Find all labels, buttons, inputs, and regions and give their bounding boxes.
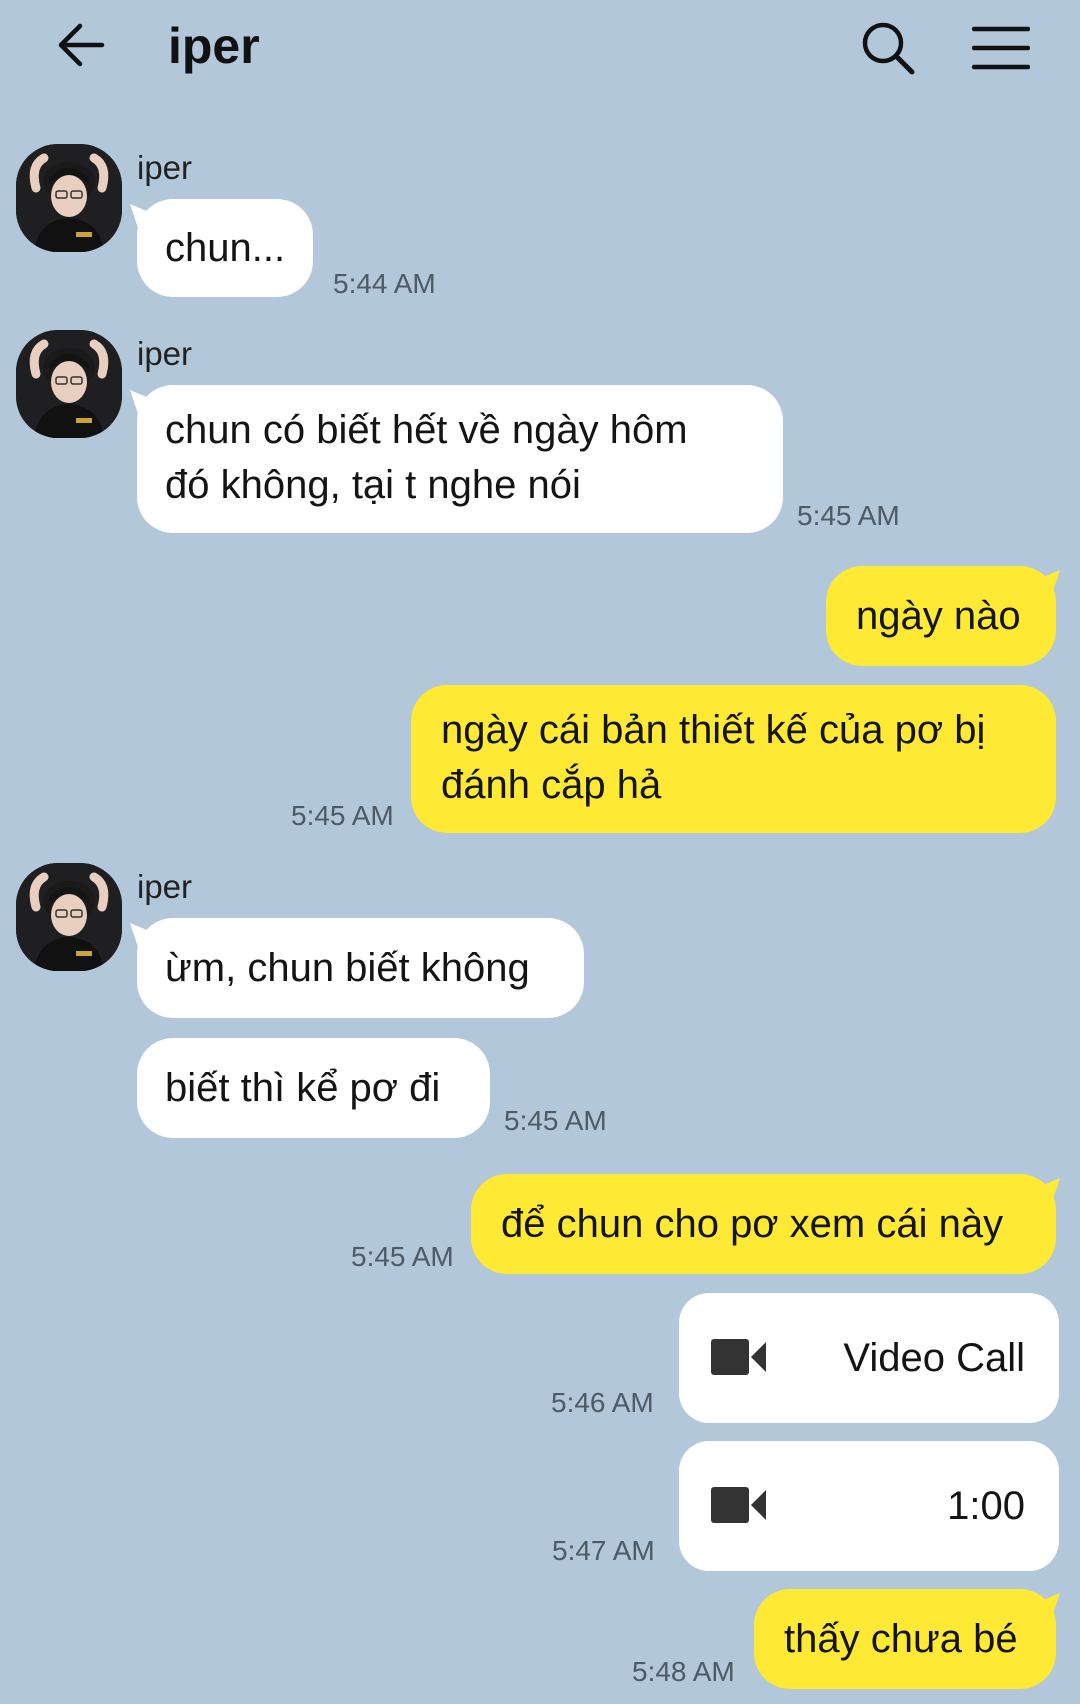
message-bubble[interactable]: thấy chưa bé	[754, 1589, 1056, 1689]
message-text: chun...	[165, 225, 286, 270]
chat-title: iper	[168, 18, 260, 74]
call-duration: 1:00	[947, 1484, 1025, 1528]
message-bubble[interactable]: chun...	[137, 199, 314, 297]
search-icon	[862, 22, 915, 75]
video-call-card[interactable]: Video Call	[679, 1293, 1059, 1423]
search-button[interactable]	[852, 12, 924, 84]
message-bubble[interactable]: chun có biết hết về ngày hôm đó không, t…	[137, 385, 783, 533]
message-bubble[interactable]: ngày nào	[826, 566, 1056, 666]
message-text: ừm, chun biết không	[165, 945, 530, 990]
back-button[interactable]	[48, 12, 114, 78]
message-text: để chun cho pơ xem cái này	[501, 1201, 1004, 1246]
avatar[interactable]	[16, 863, 122, 971]
avatar[interactable]	[16, 144, 122, 252]
message-timestamp: 5:45 AM	[504, 1105, 607, 1136]
message-text: biết thì kể pơ đi	[165, 1065, 441, 1110]
sender-name: iper	[137, 149, 193, 186]
message-text-line: đánh cắp hả	[441, 763, 662, 807]
avatar-image	[16, 330, 122, 438]
video-call-card[interactable]: 1:00	[679, 1441, 1059, 1571]
message-timestamp: 5:47 AM	[552, 1535, 655, 1566]
message-timestamp: 5:45 AM	[351, 1241, 454, 1272]
message-timestamp: 5:45 AM	[291, 800, 394, 831]
menu-button[interactable]	[964, 12, 1038, 84]
message-timestamp: 5:44 AM	[333, 268, 436, 299]
arrow-left-icon	[58, 23, 105, 67]
message-timestamp: 5:48 AM	[632, 1656, 735, 1687]
message-bubble[interactable]: để chun cho pơ xem cái này	[471, 1174, 1056, 1274]
message-bubble[interactable]: ừm, chun biết không	[137, 918, 584, 1018]
message-bubble[interactable]: biết thì kể pơ đi	[137, 1038, 490, 1138]
avatar-image	[16, 144, 122, 252]
call-label: Video Call	[843, 1336, 1025, 1380]
message-text-line: chun có biết hết về ngày hôm	[165, 408, 688, 452]
avatar[interactable]	[16, 330, 122, 438]
message-text-line: ngày cái bản thiết kế của pơ bị	[441, 708, 986, 752]
video-camera-icon	[711, 1487, 766, 1523]
sender-name: iper	[137, 868, 193, 905]
message-text: thấy chưa bé	[784, 1616, 1018, 1661]
message-timestamp: 5:45 AM	[797, 500, 900, 531]
message-text-line: đó không, tại t nghe nói	[165, 463, 581, 507]
message-timestamp: 5:46 AM	[551, 1387, 654, 1418]
avatar-image	[16, 863, 122, 971]
message-text: ngày nào	[856, 593, 1021, 638]
message-bubble[interactable]: ngày cái bản thiết kế của pơ bị đánh cắp…	[411, 685, 1056, 833]
hamburger-menu-icon	[972, 26, 1030, 70]
video-camera-icon	[711, 1339, 766, 1375]
sender-name: iper	[137, 335, 193, 372]
chat-header: iper	[0, 0, 1080, 96]
